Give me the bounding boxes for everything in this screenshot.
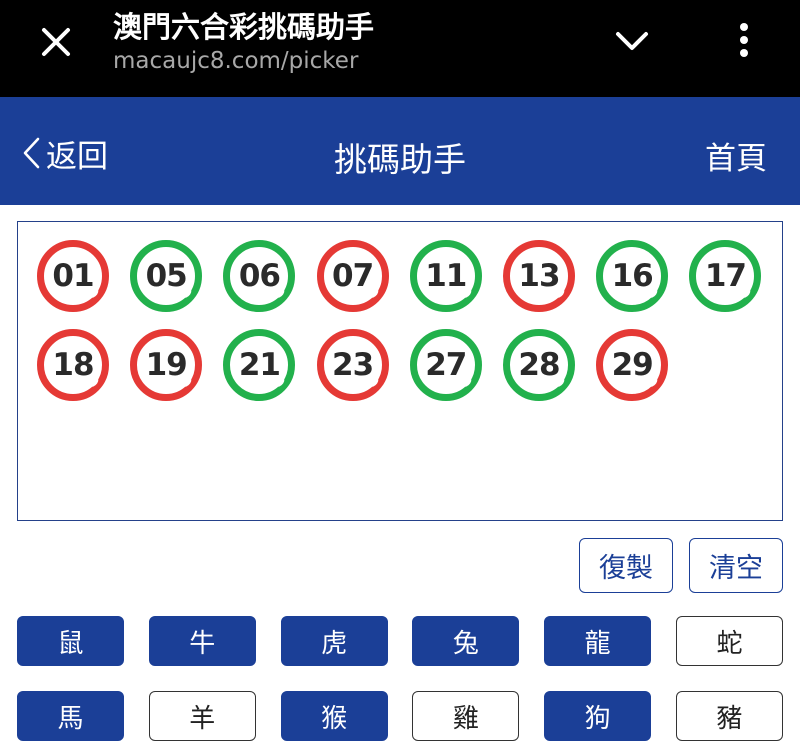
number-ball[interactable]: 06 <box>222 239 296 313</box>
zodiac-button[interactable]: 虎 <box>280 616 388 666</box>
number-ball[interactable]: 05 <box>129 239 203 313</box>
number-ball[interactable]: 19 <box>129 328 203 402</box>
number-ball[interactable]: 21 <box>222 328 296 402</box>
zodiac-button[interactable]: 馬 <box>17 691 124 741</box>
number-ball[interactable]: 17 <box>688 239 762 313</box>
close-icon[interactable] <box>36 22 76 62</box>
selected-numbers-panel: 01 05 06 07 11 13 16 17 18 19 21 23 27 28 29 <box>17 221 783 521</box>
zodiac-button[interactable]: 龍 <box>544 616 652 666</box>
number-ball[interactable]: 16 <box>595 239 669 313</box>
number-ball[interactable]: 23 <box>316 328 390 402</box>
app-header: 返回 挑碼助手 首頁 <box>0 97 800 205</box>
ball-number: 11 <box>425 258 467 294</box>
ball-number: 29 <box>611 347 654 383</box>
ball-number: 28 <box>518 347 560 383</box>
zodiac-button[interactable]: 雞 <box>412 691 520 741</box>
page-title: 挑碼助手 <box>334 140 466 179</box>
chevron-down-icon[interactable] <box>612 26 652 58</box>
ball-number: 27 <box>425 347 467 383</box>
zodiac-button[interactable]: 羊 <box>148 691 256 741</box>
number-ball[interactable]: 29 <box>595 328 669 402</box>
number-ball[interactable]: 18 <box>36 328 110 402</box>
zodiac-button[interactable]: 兔 <box>412 616 520 666</box>
number-ball[interactable]: 01 <box>36 239 110 313</box>
ball-number: 13 <box>518 258 560 294</box>
site-url[interactable]: macaujc8.com/picker <box>113 48 358 74</box>
ball-number: 19 <box>145 347 188 383</box>
number-ball[interactable]: 28 <box>502 328 576 402</box>
number-ball[interactable]: 27 <box>409 328 483 402</box>
zodiac-button[interactable]: 鼠 <box>17 616 124 666</box>
ball-number: 18 <box>52 347 94 383</box>
site-title: 澳門六合彩挑碼助手 <box>113 10 375 44</box>
zodiac-button[interactable]: 牛 <box>148 616 256 666</box>
zodiac-button[interactable]: 猴 <box>280 691 388 741</box>
number-ball[interactable]: 07 <box>316 239 390 313</box>
zodiac-button[interactable]: 豬 <box>676 691 783 741</box>
ball-number: 05 <box>145 258 188 294</box>
clear-button[interactable]: 清空 <box>689 538 783 593</box>
ball-number: 16 <box>611 258 654 294</box>
ball-number: 17 <box>704 258 747 294</box>
copy-button[interactable]: 復製 <box>579 538 673 593</box>
ball-number: 07 <box>332 258 374 294</box>
zodiac-button[interactable]: 狗 <box>544 691 652 741</box>
zodiac-button[interactable]: 蛇 <box>676 616 783 666</box>
ball-number: 06 <box>238 258 281 294</box>
more-vertical-icon[interactable] <box>730 20 758 60</box>
ball-number: 21 <box>238 347 281 383</box>
number-ball[interactable]: 13 <box>502 239 576 313</box>
ball-number: 23 <box>332 347 374 383</box>
browser-bar: 澳門六合彩挑碼助手 macaujc8.com/picker <box>0 0 800 97</box>
home-link[interactable]: 首頁 <box>705 133 767 178</box>
number-ball[interactable]: 11 <box>409 239 483 313</box>
ball-number: 01 <box>52 258 94 294</box>
